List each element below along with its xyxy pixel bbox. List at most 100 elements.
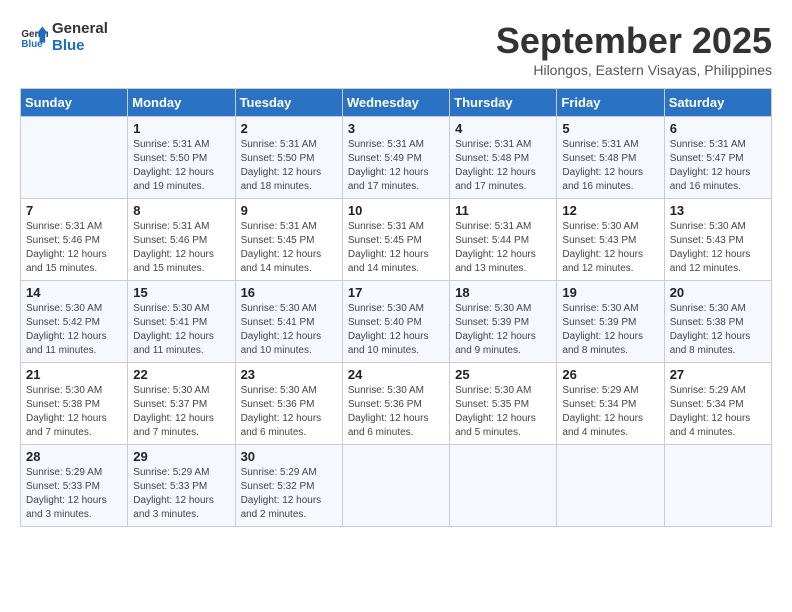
cell-info: Sunrise: 5:30 AM Sunset: 5:39 PM Dayligh… [455, 302, 551, 358]
calendar-cell: 20 Sunrise: 5:30 AM Sunset: 5:38 PM Dayli… [664, 281, 771, 363]
col-header-saturday: Saturday [664, 89, 771, 117]
logo-blue: Blue [52, 37, 108, 54]
calendar-cell: 26Sunrise: 5:29 AM Sunset: 5:34 PM Dayli… [557, 363, 664, 445]
calendar-cell: 28 Sunrise: 5:29 AM Sunset: 5:33 PM Dayli… [21, 445, 128, 527]
day-number: 4 [455, 121, 551, 136]
cell-info: Sunrise: 5:31 AM Sunset: 5:48 PM Dayligh… [562, 138, 658, 194]
calendar-cell: 24 Sunrise: 5:30 AM Sunset: 5:36 PM Dayli… [342, 363, 449, 445]
calendar-cell: 11 Sunrise: 5:31 AM Sunset: 5:44 PM Dayli… [450, 199, 557, 281]
calendar-cell: 18 Sunrise: 5:30 AM Sunset: 5:39 PM Dayli… [450, 281, 557, 363]
day-number: 20 [670, 285, 766, 300]
calendar-cell: 23Sunrise: 5:30 AM Sunset: 5:36 PM Dayli… [235, 363, 342, 445]
week-row-5: 28 Sunrise: 5:29 AM Sunset: 5:33 PM Dayli… [21, 445, 772, 527]
day-number: 23 [241, 367, 337, 382]
col-header-wednesday: Wednesday [342, 89, 449, 117]
logo: General Blue General Blue [20, 20, 108, 54]
col-header-sunday: Sunday [21, 89, 128, 117]
month-title: September 2025 [496, 20, 772, 62]
cell-info: Sunrise: 5:30 AM Sunset: 5:38 PM Dayligh… [670, 302, 766, 358]
calendar-cell: 10Sunrise: 5:31 AM Sunset: 5:45 PM Dayli… [342, 199, 449, 281]
header-row: SundayMondayTuesdayWednesdayThursdayFrid… [21, 89, 772, 117]
week-row-3: 14 Sunrise: 5:30 AM Sunset: 5:42 PM Dayli… [21, 281, 772, 363]
cell-info: Sunrise: 5:30 AM Sunset: 5:42 PM Dayligh… [26, 302, 122, 358]
cell-info: Sunrise: 5:30 AM Sunset: 5:41 PM Dayligh… [133, 302, 229, 358]
cell-info: Sunrise: 5:29 AM Sunset: 5:33 PM Dayligh… [133, 466, 229, 522]
cell-info: Sunrise: 5:31 AM Sunset: 5:48 PM Dayligh… [455, 138, 551, 194]
cell-info: Sunrise: 5:31 AM Sunset: 5:50 PM Dayligh… [241, 138, 337, 194]
day-number: 22 [133, 367, 229, 382]
calendar-cell: 30Sunrise: 5:29 AM Sunset: 5:32 PM Dayli… [235, 445, 342, 527]
page-header: General Blue General Blue September 2025… [20, 20, 772, 78]
day-number: 18 [455, 285, 551, 300]
day-number: 28 [26, 449, 122, 464]
col-header-thursday: Thursday [450, 89, 557, 117]
day-number: 17 [348, 285, 444, 300]
day-number: 5 [562, 121, 658, 136]
day-number: 29 [133, 449, 229, 464]
calendar-cell: 13Sunrise: 5:30 AM Sunset: 5:43 PM Dayli… [664, 199, 771, 281]
day-number: 19 [562, 285, 658, 300]
calendar-cell: 4 Sunrise: 5:31 AM Sunset: 5:48 PM Daylig… [450, 117, 557, 199]
day-number: 13 [670, 203, 766, 218]
day-number: 6 [670, 121, 766, 136]
cell-info: Sunrise: 5:31 AM Sunset: 5:50 PM Dayligh… [133, 138, 229, 194]
cell-info: Sunrise: 5:30 AM Sunset: 5:35 PM Dayligh… [455, 384, 551, 440]
cell-info: Sunrise: 5:30 AM Sunset: 5:43 PM Dayligh… [562, 220, 658, 276]
cell-info: Sunrise: 5:30 AM Sunset: 5:37 PM Dayligh… [133, 384, 229, 440]
day-number: 3 [348, 121, 444, 136]
cell-info: Sunrise: 5:31 AM Sunset: 5:45 PM Dayligh… [348, 220, 444, 276]
calendar-cell: 16 Sunrise: 5:30 AM Sunset: 5:41 PM Dayli… [235, 281, 342, 363]
calendar-cell: 6 Sunrise: 5:31 AM Sunset: 5:47 PM Daylig… [664, 117, 771, 199]
cell-info: Sunrise: 5:30 AM Sunset: 5:38 PM Dayligh… [26, 384, 122, 440]
day-number: 30 [241, 449, 337, 464]
calendar-cell: 9Sunrise: 5:31 AM Sunset: 5:45 PM Daylig… [235, 199, 342, 281]
col-header-monday: Monday [128, 89, 235, 117]
cell-info: Sunrise: 5:30 AM Sunset: 5:36 PM Dayligh… [348, 384, 444, 440]
calendar-cell [21, 117, 128, 199]
cell-info: Sunrise: 5:30 AM Sunset: 5:41 PM Dayligh… [241, 302, 337, 358]
cell-info: Sunrise: 5:30 AM Sunset: 5:40 PM Dayligh… [348, 302, 444, 358]
day-number: 16 [241, 285, 337, 300]
calendar-cell: 12 Sunrise: 5:30 AM Sunset: 5:43 PM Dayli… [557, 199, 664, 281]
calendar-body: 1 Sunrise: 5:31 AM Sunset: 5:50 PM Daylig… [21, 117, 772, 527]
logo-icon: General Blue [20, 23, 48, 51]
day-number: 1 [133, 121, 229, 136]
day-number: 24 [348, 367, 444, 382]
calendar-cell: 29 Sunrise: 5:29 AM Sunset: 5:33 PM Dayli… [128, 445, 235, 527]
cell-info: Sunrise: 5:31 AM Sunset: 5:46 PM Dayligh… [26, 220, 122, 276]
calendar-table: SundayMondayTuesdayWednesdayThursdayFrid… [20, 88, 772, 527]
day-number: 9 [241, 203, 337, 218]
day-number: 8 [133, 203, 229, 218]
calendar-cell: 27Sunrise: 5:29 AM Sunset: 5:34 PM Dayli… [664, 363, 771, 445]
day-number: 12 [562, 203, 658, 218]
calendar-header: SundayMondayTuesdayWednesdayThursdayFrid… [21, 89, 772, 117]
cell-info: Sunrise: 5:31 AM Sunset: 5:44 PM Dayligh… [455, 220, 551, 276]
calendar-cell: 5 Sunrise: 5:31 AM Sunset: 5:48 PM Daylig… [557, 117, 664, 199]
calendar-cell: 8 Sunrise: 5:31 AM Sunset: 5:46 PM Daylig… [128, 199, 235, 281]
day-number: 11 [455, 203, 551, 218]
day-number: 25 [455, 367, 551, 382]
week-row-4: 21Sunrise: 5:30 AM Sunset: 5:38 PM Dayli… [21, 363, 772, 445]
week-row-2: 7 Sunrise: 5:31 AM Sunset: 5:46 PM Daylig… [21, 199, 772, 281]
calendar-cell: 21Sunrise: 5:30 AM Sunset: 5:38 PM Dayli… [21, 363, 128, 445]
col-header-friday: Friday [557, 89, 664, 117]
week-row-1: 1 Sunrise: 5:31 AM Sunset: 5:50 PM Daylig… [21, 117, 772, 199]
cell-info: Sunrise: 5:29 AM Sunset: 5:33 PM Dayligh… [26, 466, 122, 522]
calendar-cell: 3 Sunrise: 5:31 AM Sunset: 5:49 PM Daylig… [342, 117, 449, 199]
calendar-cell [450, 445, 557, 527]
calendar-cell: 25 Sunrise: 5:30 AM Sunset: 5:35 PM Dayli… [450, 363, 557, 445]
day-number: 27 [670, 367, 766, 382]
calendar-cell: 14 Sunrise: 5:30 AM Sunset: 5:42 PM Dayli… [21, 281, 128, 363]
cell-info: Sunrise: 5:31 AM Sunset: 5:49 PM Dayligh… [348, 138, 444, 194]
cell-info: Sunrise: 5:31 AM Sunset: 5:46 PM Dayligh… [133, 220, 229, 276]
logo-general: General [52, 20, 108, 37]
day-number: 7 [26, 203, 122, 218]
cell-info: Sunrise: 5:31 AM Sunset: 5:47 PM Dayligh… [670, 138, 766, 194]
calendar-cell: 22 Sunrise: 5:30 AM Sunset: 5:37 PM Dayli… [128, 363, 235, 445]
day-number: 14 [26, 285, 122, 300]
calendar-cell: 17 Sunrise: 5:30 AM Sunset: 5:40 PM Dayli… [342, 281, 449, 363]
col-header-tuesday: Tuesday [235, 89, 342, 117]
day-number: 15 [133, 285, 229, 300]
day-number: 2 [241, 121, 337, 136]
calendar-cell [664, 445, 771, 527]
